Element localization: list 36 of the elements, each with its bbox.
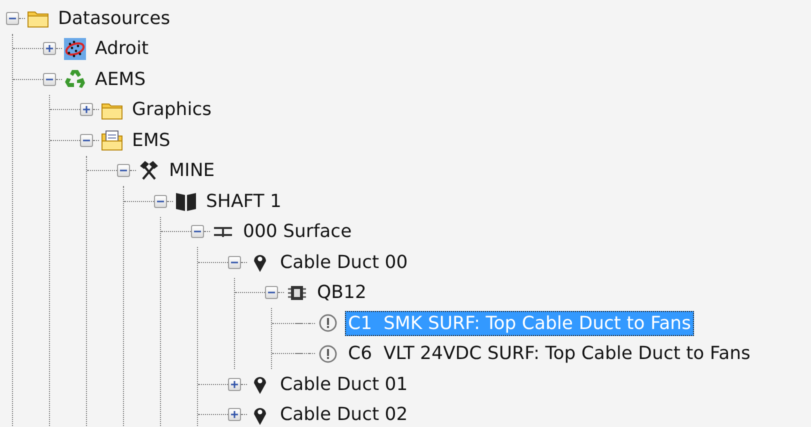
recycle-icon: [64, 68, 86, 90]
expand-toggle[interactable]: [191, 225, 204, 238]
info-icon: [317, 312, 339, 334]
plus-icon: [45, 44, 54, 54]
document-folder-icon: [101, 129, 123, 152]
expand-toggle[interactable]: [154, 194, 167, 208]
tree-item[interactable]: MINE: [166, 158, 218, 184]
expand-toggle[interactable]: [43, 72, 56, 86]
expand-toggle[interactable]: [80, 103, 93, 116]
scatter-icon: [64, 38, 86, 60]
tree-item[interactable]: Adroit: [92, 36, 152, 62]
tree-item[interactable]: Cable Duct 00: [277, 250, 411, 275]
tree-item[interactable]: Datasources: [55, 6, 174, 31]
tree-item[interactable]: Cable Duct 02: [277, 402, 411, 427]
crossed-hammers-icon: [138, 160, 160, 182]
expand-toggle[interactable]: [117, 164, 130, 178]
expand-toggle[interactable]: [228, 378, 241, 391]
tree-item[interactable]: SHAFT 1: [203, 188, 284, 214]
plus-icon: [230, 410, 239, 420]
expand-toggle[interactable]: [43, 42, 56, 56]
tree-item[interactable]: QB12: [314, 280, 370, 306]
expand-toggle[interactable]: [80, 134, 93, 147]
info-icon: [317, 342, 339, 365]
plus-icon: [230, 380, 239, 389]
expand-toggle[interactable]: [6, 12, 19, 25]
expand-toggle[interactable]: [265, 286, 278, 300]
tree-item[interactable]: Cable Duct 01: [277, 372, 411, 397]
tree-item[interactable]: EMS: [129, 128, 174, 153]
expand-toggle[interactable]: [228, 408, 241, 422]
book-icon: [175, 190, 197, 212]
tree-item[interactable]: AEMS: [92, 66, 149, 92]
tree-item[interactable]: 000 Surface: [240, 219, 355, 244]
tree-item[interactable]: C6 VLT 24VDC SURF: Top Cable Duct to Fans: [345, 341, 754, 366]
tree-item[interactable]: Graphics: [129, 97, 214, 122]
expand-toggle[interactable]: [228, 256, 241, 269]
plus-icon: [82, 105, 91, 114]
